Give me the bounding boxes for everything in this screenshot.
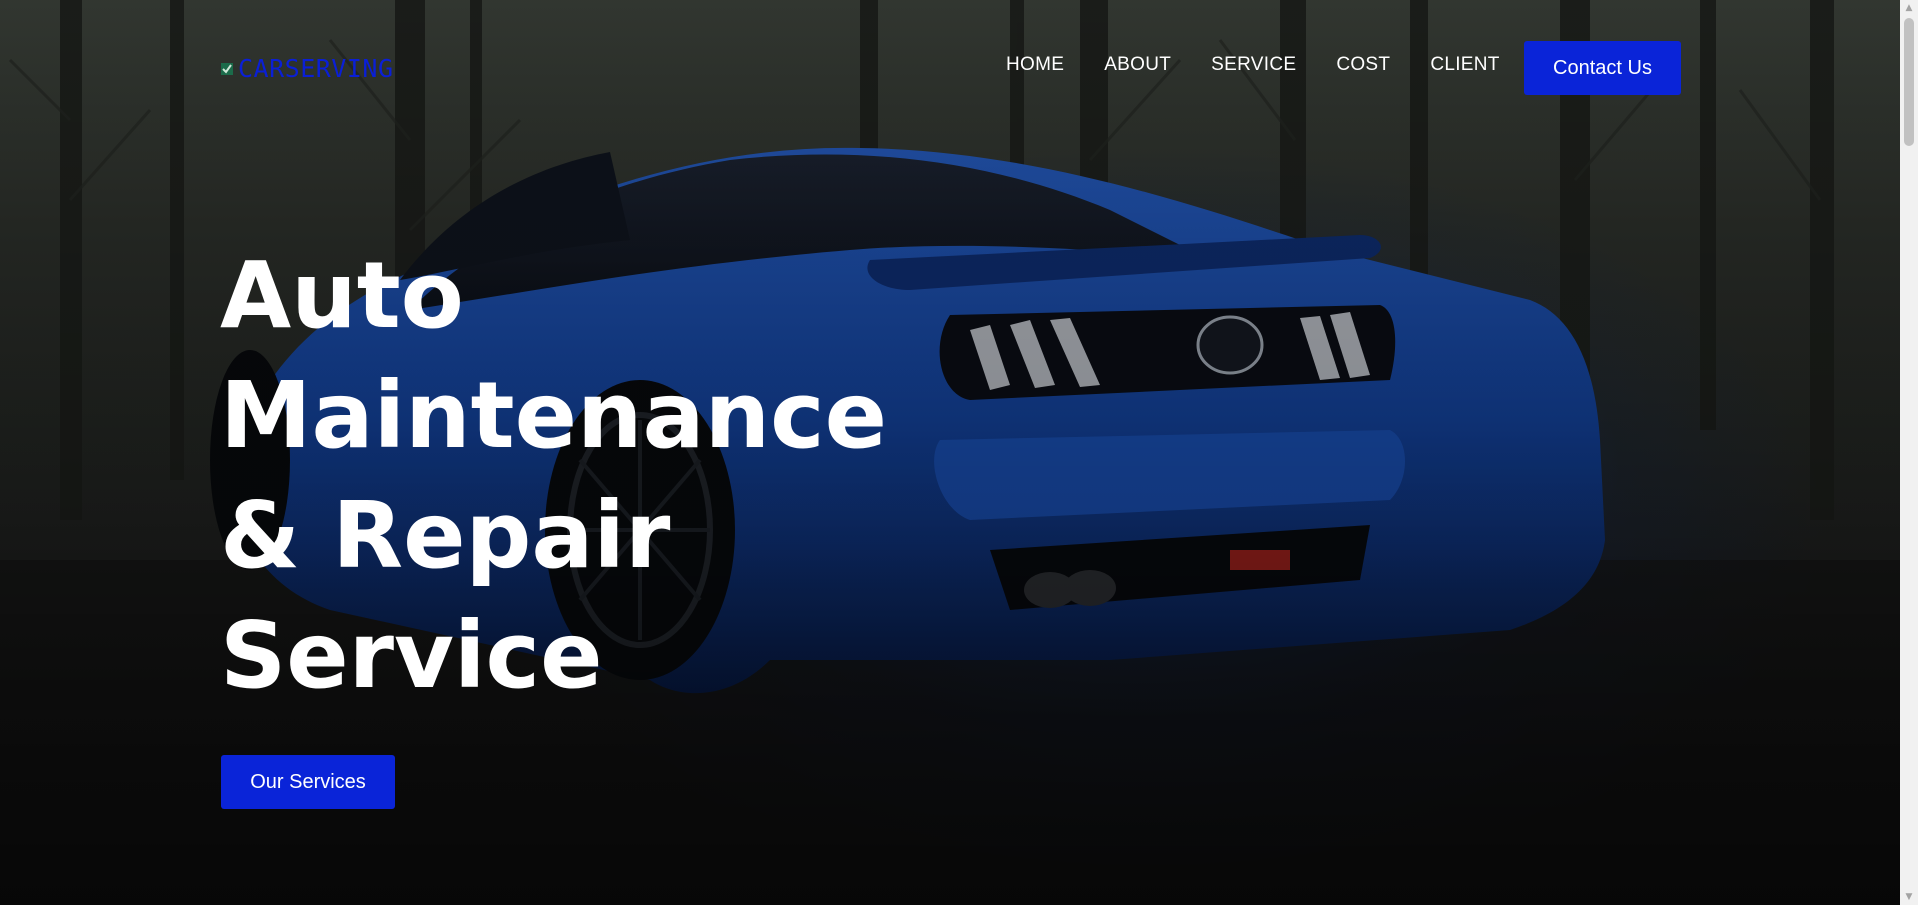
nav-service[interactable]: SERVICE [1211,54,1296,76]
nav-cost[interactable]: COST [1336,54,1390,76]
logo-check-icon [221,62,233,75]
our-services-button[interactable]: Our Services [221,755,395,809]
main-nav: HOME ABOUT SERVICE COST CLIENT [1006,54,1500,76]
brand-name: CARSERVING [238,54,394,83]
contact-us-button[interactable]: Contact Us [1524,41,1681,95]
scrollbar-thumb[interactable] [1904,18,1914,146]
headline-line-1: Auto [220,242,464,349]
headline-line-3: & Repair [220,482,671,589]
scroll-down-arrow-icon[interactable]: ▼ [1900,889,1918,905]
brand-logo[interactable]: CARSERVING [220,54,394,83]
page-scrollbar[interactable]: ▲ ▼ [1900,0,1918,905]
headline-line-4: Service [220,602,603,709]
scroll-up-arrow-icon[interactable]: ▲ [1900,0,1918,16]
hero-headline: Auto Maintenance & Repair Service [220,236,940,716]
nav-client[interactable]: CLIENT [1430,54,1499,76]
nav-home[interactable]: HOME [1006,54,1064,76]
headline-line-2: Maintenance [220,362,888,469]
nav-about[interactable]: ABOUT [1104,54,1171,76]
